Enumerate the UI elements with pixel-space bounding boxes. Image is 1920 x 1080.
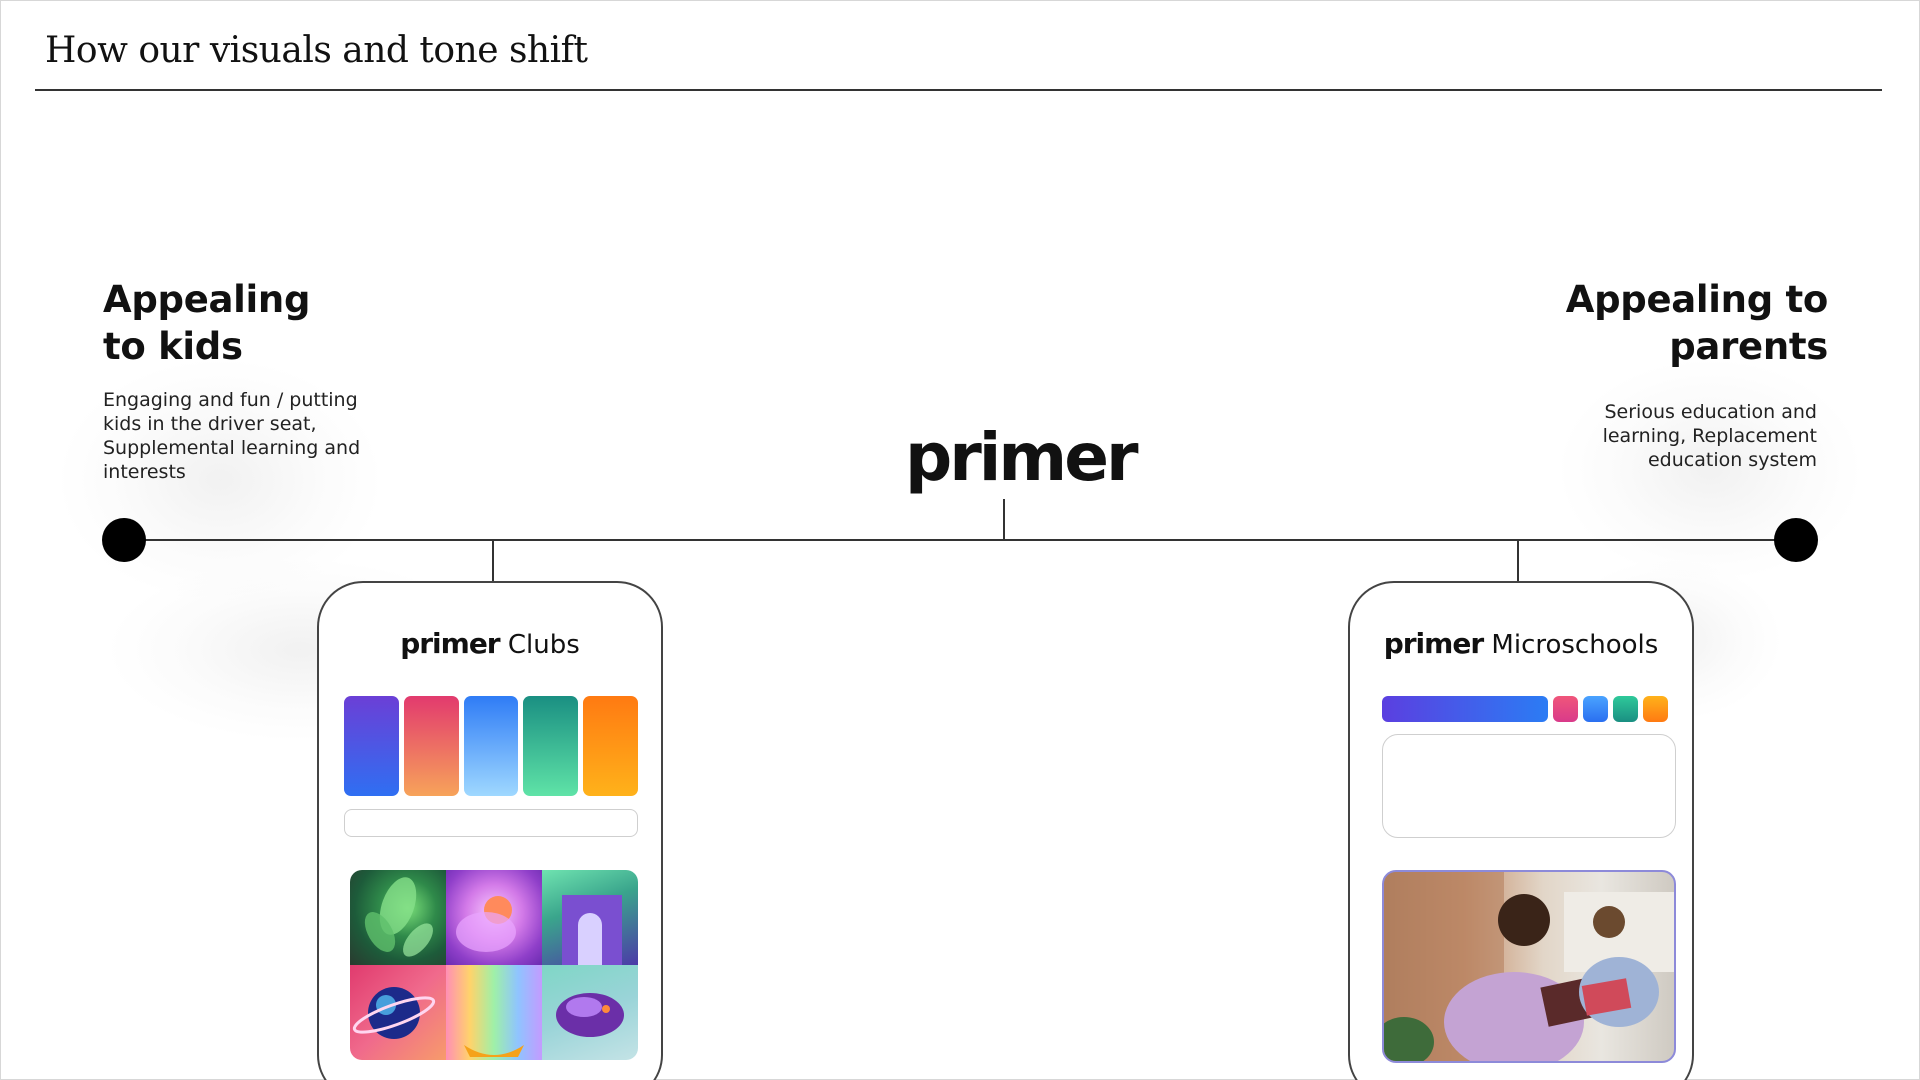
rainbow-illustration — [446, 965, 542, 1060]
page-title: How our visuals and tone shift — [45, 30, 588, 71]
parents-heading: Appealing to parents — [1565, 276, 1829, 370]
clubs-input-placeholder — [344, 809, 638, 837]
spectrum-line — [124, 539, 1796, 541]
microschools-color-palette — [1382, 696, 1668, 722]
leaf-illustration — [350, 870, 446, 965]
parents-heading-line2: parents — [1669, 325, 1828, 368]
title-divider — [35, 89, 1882, 91]
swatch-blue — [1583, 696, 1608, 722]
clubs-phone-mockup: primer Clubs — [317, 581, 663, 1080]
planet-illustration — [350, 965, 446, 1060]
microschools-phone-mockup: primer Microschools — [1348, 581, 1694, 1080]
swatch-teal-mint — [523, 696, 579, 796]
microschools-brand-label: Microschools — [1491, 630, 1659, 660]
swatch-orange — [1643, 696, 1668, 722]
parents-endpoint-dot — [1774, 518, 1818, 562]
fish-illustration — [542, 965, 638, 1060]
microschools-brand-mark: primer — [1383, 627, 1484, 660]
students-image — [1384, 872, 1674, 1061]
kids-description: Engaging and fun / putting kids in the d… — [103, 389, 361, 483]
swatch-indigo-bar — [1382, 696, 1548, 722]
fish-icon — [556, 993, 624, 1037]
flower-icon — [456, 896, 516, 952]
swatch-pink — [1553, 696, 1578, 722]
swatch-teal — [1613, 696, 1638, 722]
students-photo — [1382, 870, 1676, 1063]
bowl-icon — [464, 1045, 524, 1057]
kids-heading: Appealing to kids — [103, 276, 310, 370]
swatch-pink-peach — [403, 696, 459, 796]
clubs-color-palette — [344, 696, 638, 796]
swatch-violet-blue — [344, 696, 399, 796]
microschools-connector — [1517, 540, 1519, 582]
arch-icon — [562, 895, 622, 965]
microschools-brand-lockup: primer Microschools — [1350, 627, 1692, 660]
parents-description: Serious education and learning, Replacem… — [1602, 401, 1817, 471]
swatch-orange — [583, 696, 638, 796]
kids-heading-line1: Appealing — [103, 278, 311, 321]
parents-heading-line1: Appealing to — [1565, 278, 1829, 321]
logo-connector — [1003, 499, 1005, 540]
kids-heading-line2: to kids — [103, 325, 243, 368]
clubs-connector — [492, 540, 494, 582]
clubs-brand-mark: primer — [400, 627, 500, 660]
clubs-brand-lockup: primer Clubs — [319, 627, 661, 660]
flower-illustration — [446, 870, 542, 965]
microschools-content-placeholder — [1382, 734, 1676, 838]
primer-logo: primer — [905, 419, 1139, 496]
leaf-icon — [364, 877, 433, 957]
swatch-sky-blue — [463, 696, 519, 796]
planet-icon — [352, 987, 436, 1039]
clubs-illustration-grid — [350, 870, 638, 1060]
arch-illustration — [542, 870, 638, 965]
clubs-brand-label: Clubs — [507, 630, 580, 660]
kids-endpoint-dot — [102, 518, 146, 562]
